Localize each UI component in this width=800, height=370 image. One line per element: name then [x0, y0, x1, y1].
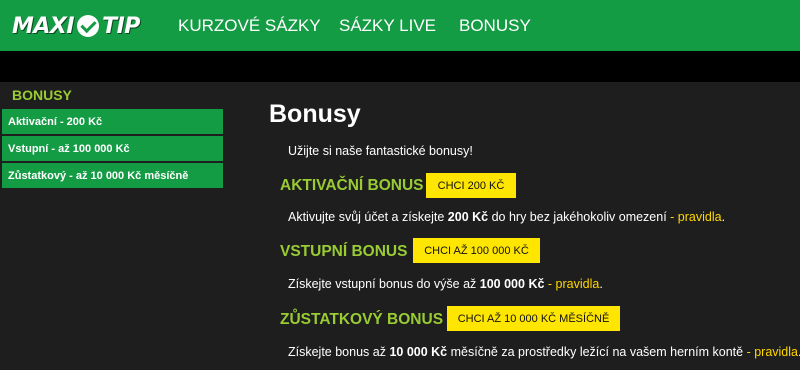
rules-link[interactable]: pravidla: [754, 345, 798, 359]
sidebar-item-vstupni[interactable]: Vstupní - až 100 000 Kč: [2, 136, 223, 161]
bonus-amount: 200 Kč: [447, 210, 489, 224]
bonus-description-zustatkovy: Získejte bonus až 10 000 Kč měsíčně za p…: [288, 345, 800, 359]
claim-200-button[interactable]: CHCI 200 KČ: [426, 173, 516, 198]
nav-kurzove-sazky[interactable]: KURZOVÉ SÁZKY: [178, 0, 321, 51]
bonus-amount: 100 000 Kč: [479, 277, 545, 291]
bonus-amount: 10 000 Kč: [389, 345, 448, 359]
logo-text-right: TIP: [102, 13, 140, 39]
sub-header-bar: [0, 51, 800, 82]
checkmark-icon: [77, 15, 100, 37]
page-title: Bonusy: [269, 100, 361, 128]
nav-bonusy[interactable]: BONUSY: [459, 0, 531, 51]
bonus-heading-zustatkovy: ZŮSTATKOVÝ BONUS: [280, 311, 444, 328]
bonus-heading-aktivacni: AKTIVAČNÍ BONUS: [280, 177, 424, 194]
sidebar-title: BONUSY: [12, 87, 72, 103]
bonus-description-aktivacni: Aktivujte svůj účet a získejte 200 Kč do…: [288, 210, 726, 224]
bonus-description-vstupni: Získejte vstupní bonus do výše až 100 00…: [288, 277, 603, 291]
sidebar-item-zustatkovy[interactable]: Zůstatkový - až 10 000 Kč měsíčně: [2, 163, 223, 188]
maxitip-logo[interactable]: MAXI TIP: [12, 12, 140, 40]
top-navigation-bar: MAXI TIP KURZOVÉ SÁZKY SÁZKY LIVE BONUSY: [0, 0, 800, 51]
sidebar-item-aktivacni[interactable]: Aktivační - 200 Kč: [2, 109, 223, 134]
rules-link[interactable]: pravidla: [556, 277, 600, 291]
rules-link[interactable]: pravidla: [678, 210, 722, 224]
intro-text: Užijte si naše fantastické bonusy!: [288, 144, 473, 158]
claim-10000-monthly-button[interactable]: CHCI AŽ 10 000 KČ MĚSÍČNĚ: [447, 306, 620, 331]
logo-text-left: MAXI: [12, 13, 75, 39]
claim-100000-button[interactable]: CHCI AŽ 100 000 KČ: [413, 238, 540, 263]
nav-sazky-live[interactable]: SÁZKY LIVE: [339, 0, 436, 51]
bonus-heading-vstupni: VSTUPNÍ BONUS: [280, 243, 408, 260]
